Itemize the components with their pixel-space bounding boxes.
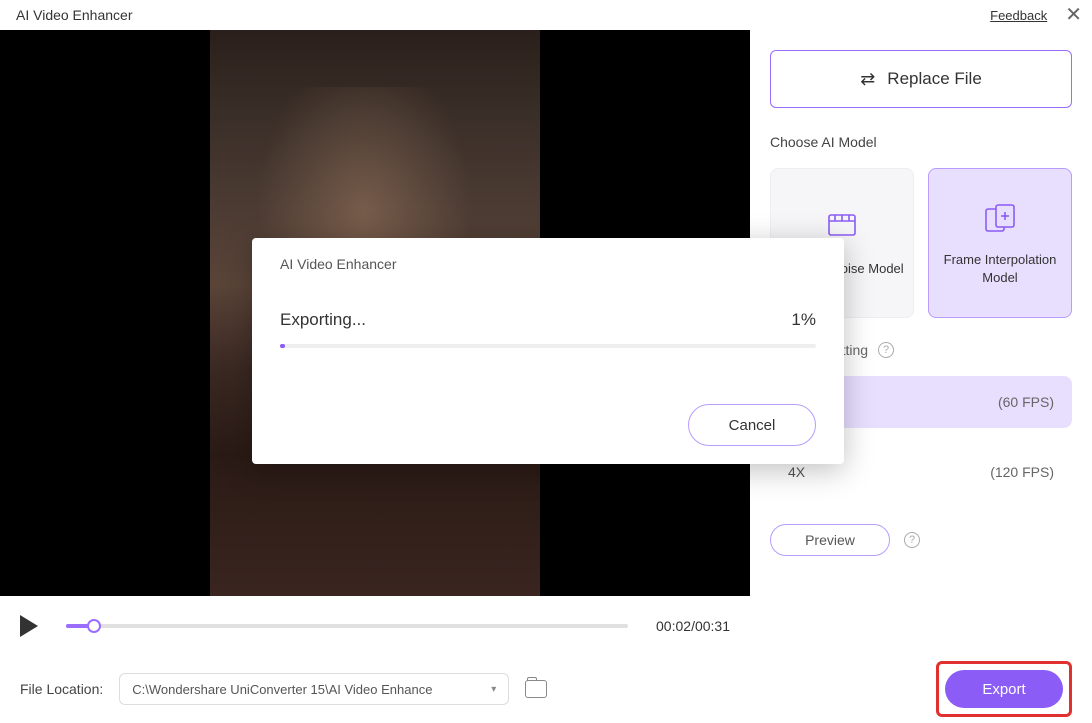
export-highlight: Export <box>936 661 1072 717</box>
title-bar: AI Video Enhancer Feedback ✕ <box>0 0 1092 30</box>
fps-value: (60 FPS) <box>998 394 1054 410</box>
timeline-slider[interactable] <box>66 624 628 628</box>
choose-model-label: Choose AI Model <box>770 134 1072 150</box>
model-label: Frame Interpolation Model <box>937 251 1063 287</box>
help-icon[interactable]: ? <box>904 532 920 548</box>
progress-bar <box>280 344 816 348</box>
player-controls: 00:02/00:31 <box>0 596 750 656</box>
bottom-bar: File Location: C:\Wondershare UniConvert… <box>0 656 1092 722</box>
help-icon[interactable]: ? <box>878 342 894 358</box>
preview-button[interactable]: Preview <box>770 524 890 556</box>
folder-icon[interactable] <box>525 680 547 698</box>
export-modal: AI Video Enhancer Exporting... 1% Cancel <box>252 238 844 464</box>
file-location-label: File Location: <box>20 681 103 697</box>
model-card-interpolation[interactable]: Frame Interpolation Model <box>928 168 1072 318</box>
fps-value: (120 FPS) <box>990 464 1054 480</box>
fps-mult: 4X <box>788 464 805 480</box>
export-status: Exporting... <box>280 310 366 330</box>
play-icon[interactable] <box>20 615 38 637</box>
modal-title: AI Video Enhancer <box>280 256 816 272</box>
replace-file-label: Replace File <box>887 69 982 89</box>
timeline-knob[interactable] <box>87 619 101 633</box>
close-icon[interactable]: ✕ <box>1065 5 1082 25</box>
time-display: 00:02/00:31 <box>656 618 730 634</box>
chevron-down-icon: ▾ <box>491 684 496 695</box>
replace-file-button[interactable]: ⇄ Replace File <box>770 50 1072 108</box>
feedback-link[interactable]: Feedback <box>990 8 1047 23</box>
export-percent: 1% <box>791 310 816 330</box>
file-location-dropdown[interactable]: C:\Wondershare UniConverter 15\AI Video … <box>119 673 509 705</box>
frame-plus-icon <box>980 199 1020 239</box>
swap-icon: ⇄ <box>860 69 875 90</box>
file-path: C:\Wondershare UniConverter 15\AI Video … <box>132 682 432 697</box>
cancel-button[interactable]: Cancel <box>688 404 816 446</box>
app-title: AI Video Enhancer <box>16 7 133 23</box>
export-button[interactable]: Export <box>945 670 1063 708</box>
